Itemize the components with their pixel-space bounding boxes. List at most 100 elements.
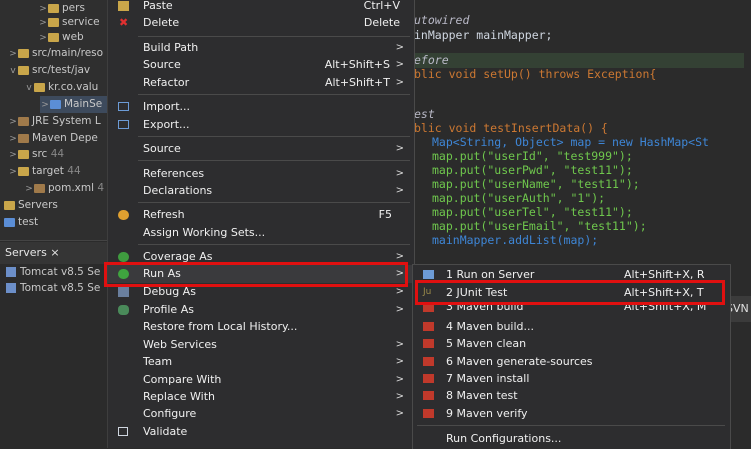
code-line: Map<String, Object> map = new HashMap<St [432, 135, 709, 149]
chevron-right-icon: > [395, 77, 404, 88]
server-row[interactable]: Tomcat v8.5 Se [6, 280, 100, 296]
tree-item[interactable]: v kr.co.valu [24, 79, 98, 96]
chevron-right-icon: > [395, 374, 404, 385]
export-icon [118, 120, 129, 129]
code-line: mainMapper.addList(map); [432, 233, 599, 247]
close-icon[interactable]: × [50, 246, 59, 259]
maven-icon [423, 409, 434, 418]
code-line: inMapper mainMapper; [414, 28, 553, 42]
library-icon [18, 133, 29, 143]
code-line: map.put("userTel", "test11"); [432, 205, 633, 219]
code-editor[interactable]: utowired inMapper mainMapper; efore blic… [410, 0, 751, 270]
tree-item[interactable]: > pom.xml 4 [24, 180, 104, 197]
menu-item-profile-as[interactable]: Profile As > [108, 301, 414, 319]
checkbox-icon [118, 427, 128, 436]
tree-item[interactable]: test [4, 214, 38, 231]
servers-folder-icon [4, 200, 15, 210]
debug-icon [118, 287, 129, 297]
menu-separator [138, 94, 410, 95]
package-icon [48, 17, 59, 27]
tomcat-icon [6, 283, 16, 293]
menu-item-declarations[interactable]: Declarations > [108, 182, 414, 200]
tree-item-selected[interactable]: > MainSe [40, 96, 110, 113]
submenu-item-maven-install[interactable]: 7 Maven install [413, 370, 730, 387]
profile-icon [118, 305, 129, 315]
chevron-right-icon: > [395, 59, 404, 70]
code-line: blic void setUp() throws Exception{ [414, 67, 657, 81]
menu-item-import[interactable]: Import... [108, 98, 414, 116]
menu-item-build-path[interactable]: Build Path > [108, 39, 414, 57]
project-explorer: > pers > service > web > src/main/reso v src/… [0, 0, 110, 240]
submenu-item-maven-verify[interactable]: 9 Maven verify [413, 405, 730, 422]
menu-item-references[interactable]: References > [108, 165, 414, 183]
menu-item-delete[interactable]: ✖ Delete Delete [108, 14, 414, 32]
source-folder-icon [18, 48, 29, 58]
java-file-icon [50, 99, 61, 109]
menu-separator [417, 425, 725, 426]
server-run-icon [423, 270, 434, 279]
folder-icon [18, 166, 29, 176]
menu-separator [138, 160, 410, 161]
tree-item[interactable]: Servers [4, 197, 58, 214]
tree-item[interactable]: > web [38, 29, 84, 46]
menu-item-export[interactable]: Export... [108, 116, 414, 134]
paste-icon [118, 1, 129, 11]
menu-item-assign-working-sets[interactable]: Assign Working Sets... [108, 224, 414, 242]
menu-separator [138, 202, 410, 203]
delete-icon: ✖ [119, 16, 129, 29]
submenu-item-maven-generate-sources[interactable]: 6 Maven generate-sources [413, 353, 730, 370]
menu-item-compare-with[interactable]: Compare With > [108, 371, 414, 389]
chevron-right-icon: > [395, 391, 404, 402]
maven-icon [423, 357, 434, 366]
chevron-right-icon: > [395, 168, 404, 179]
submenu-item-maven-build-dots[interactable]: 4 Maven build... [413, 318, 730, 335]
menu-item-web-services[interactable]: Web Services > [108, 336, 414, 354]
code-line: utowired [414, 13, 470, 27]
menu-item-source-2[interactable]: Source > [108, 140, 414, 158]
refresh-icon [118, 210, 129, 220]
menu-item-validate[interactable]: Validate [108, 423, 414, 441]
xml-file-icon [34, 183, 45, 193]
submenu-item-run-configurations[interactable]: Run Configurations... [413, 430, 730, 447]
context-menu: Paste Ctrl+V ✖ Delete Delete Build Path > So… [107, 0, 415, 448]
source-folder-icon [18, 65, 29, 75]
tree-item[interactable]: > src 44 [8, 146, 64, 163]
folder-icon [18, 149, 29, 159]
menu-item-refactor[interactable]: Refactor Alt+Shift+T > [108, 74, 414, 92]
menu-item-refresh[interactable]: Refresh F5 [108, 206, 414, 224]
code-line: efore [414, 53, 744, 68]
menu-item-replace-with[interactable]: Replace With > [108, 388, 414, 406]
submenu-item-maven-test[interactable]: 8 Maven test [413, 387, 730, 404]
chevron-right-icon: > [395, 304, 404, 315]
servers-tab[interactable]: Servers × [0, 242, 110, 264]
menu-item-paste[interactable]: Paste Ctrl+V [108, 0, 414, 15]
chevron-right-icon: > [395, 143, 404, 154]
menu-separator [138, 136, 410, 137]
package-icon [48, 3, 59, 13]
tree-item[interactable]: > target 44 [8, 163, 80, 180]
library-icon [18, 116, 29, 126]
tree-item[interactable]: > Maven Depe [8, 130, 98, 147]
menu-item-restore-local-history[interactable]: Restore from Local History... [108, 318, 414, 336]
code-line: map.put("userEmail", "test11"); [432, 219, 647, 233]
menu-separator [138, 36, 410, 37]
tree-item[interactable]: > JRE System L [8, 113, 101, 130]
code-line: map.put("userPwd", "test11"); [432, 163, 633, 177]
chevron-right-icon: > [395, 185, 404, 196]
code-line: map.put("userAuth", "1"); [432, 191, 606, 205]
highlight-junit-test [415, 280, 725, 305]
submenu-item-maven-clean[interactable]: 5 Maven clean [413, 335, 730, 352]
project-icon [4, 217, 15, 227]
tree-item[interactable]: v src/test/jav [8, 62, 90, 79]
menu-item-source[interactable]: Source Alt+Shift+S > [108, 56, 414, 74]
server-row[interactable]: Tomcat v8.5 Se [6, 264, 100, 280]
maven-icon [423, 391, 434, 400]
code-line: map.put("userName", "test11"); [432, 177, 640, 191]
highlight-run-as [104, 262, 408, 287]
menu-item-configure[interactable]: Configure > [108, 405, 414, 423]
code-line: map.put("userId", "test999"); [432, 149, 633, 163]
menu-separator [138, 244, 410, 245]
tree-item[interactable]: > src/main/reso [8, 45, 103, 62]
menu-item-team[interactable]: Team > [108, 353, 414, 371]
import-icon [118, 102, 129, 111]
